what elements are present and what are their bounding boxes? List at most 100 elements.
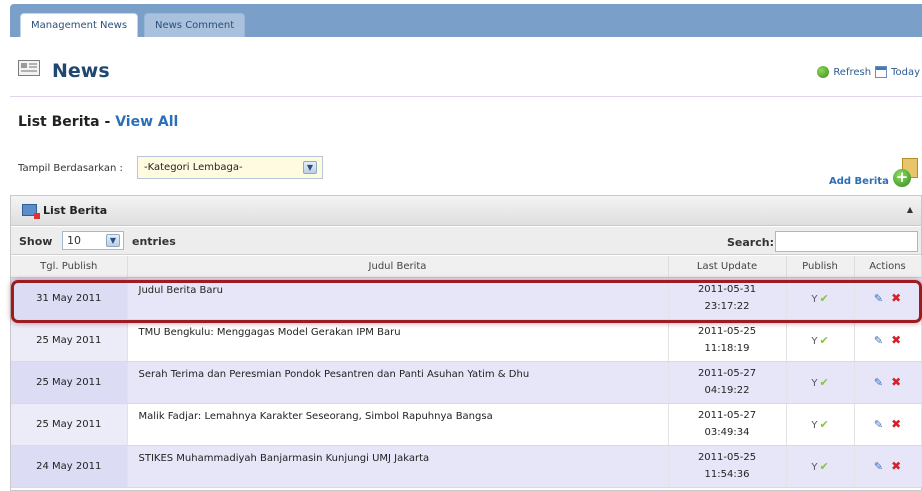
list-panel: List Berita ▲ Show 10 ▼ entries Search: … xyxy=(10,195,922,491)
update-date: 2011-05-25 xyxy=(697,452,757,463)
cell-actions: ✎ ✖ xyxy=(854,319,922,362)
delete-icon[interactable]: ✖ xyxy=(891,291,901,305)
cell-tgl-publish: 25 May 2011 xyxy=(11,319,128,362)
cell-judul-berita: TMU Bengkulu: Menggagas Model Gerakan IP… xyxy=(127,319,669,362)
update-date: 2011-05-27 xyxy=(697,368,757,379)
table-row: 31 May 2011 Judul Berita Baru 2011-05-31… xyxy=(11,277,922,320)
cell-tgl-publish: 31 May 2011 xyxy=(11,277,128,320)
collapse-icon[interactable]: ▲ xyxy=(907,205,913,214)
cell-publish: Y ✔ xyxy=(786,361,855,404)
update-date: 2011-05-27 xyxy=(697,410,757,421)
refresh-icon[interactable] xyxy=(817,66,830,78)
cell-actions: ✎ ✖ xyxy=(854,403,922,446)
table-controls: Show 10 ▼ entries Search: xyxy=(11,227,921,255)
cell-last-update: 2011-05-25 11:54:36 xyxy=(668,445,787,488)
column-header-publish[interactable]: Publish xyxy=(786,256,855,278)
cell-last-update: 2011-05-31 23:17:22 xyxy=(668,277,787,320)
publish-value: Y xyxy=(811,461,818,473)
entries-label: entries xyxy=(132,235,176,248)
category-select[interactable]: -Kategori Lembaga- ▼ xyxy=(137,156,323,179)
table-row: 25 May 2011 TMU Bengkulu: Menggagas Mode… xyxy=(11,319,922,362)
panel-title: List Berita xyxy=(43,204,108,217)
edit-icon[interactable]: ✎ xyxy=(874,292,883,305)
show-label: Show xyxy=(19,235,53,248)
edit-icon[interactable]: ✎ xyxy=(874,376,883,389)
update-time: 03:49:34 xyxy=(704,427,750,438)
cell-judul-berita: STIKES Muhammadiyah Banjarmasin Kunjungi… xyxy=(127,445,669,488)
category-select-value: -Kategori Lembaga- xyxy=(144,162,243,173)
cell-last-update: 2011-05-27 03:49:34 xyxy=(668,403,787,446)
delete-icon[interactable]: ✖ xyxy=(891,417,901,431)
header-links: Refresh Today xyxy=(817,66,920,78)
chevron-down-icon[interactable]: ▼ xyxy=(106,234,120,247)
cell-actions: ✎ ✖ xyxy=(854,277,922,320)
update-date: 2011-05-25 xyxy=(697,326,757,337)
table-row: 24 May 2011 STIKES Muhammadiyah Banjarma… xyxy=(11,445,922,488)
cell-publish: Y ✔ xyxy=(786,445,855,488)
cell-judul-berita: Serah Terima dan Peresmian Pondok Pesant… xyxy=(127,361,669,404)
table-row: 25 May 2011 Malik Fadjar: Lemahnya Karak… xyxy=(11,403,922,446)
cell-publish: Y ✔ xyxy=(786,319,855,362)
chevron-down-icon[interactable]: ▼ xyxy=(303,161,317,174)
cell-last-update: 2011-05-25 11:18:19 xyxy=(668,319,787,362)
cell-actions: ✎ ✖ xyxy=(854,361,922,404)
cell-actions: ✎ ✖ xyxy=(854,445,922,488)
update-date: 2011-05-31 xyxy=(697,284,757,295)
tab-news-comment[interactable]: News Comment xyxy=(144,13,246,37)
check-icon: ✔ xyxy=(819,291,829,305)
column-header-judul-berita[interactable]: Judul Berita xyxy=(127,256,669,278)
delete-icon[interactable]: ✖ xyxy=(891,459,901,473)
edit-icon[interactable]: ✎ xyxy=(874,460,883,473)
cell-tgl-publish: 25 May 2011 xyxy=(11,403,128,446)
refresh-link[interactable]: Refresh xyxy=(833,67,871,78)
column-header-last-update[interactable]: Last Update xyxy=(668,256,787,278)
add-document-icon[interactable]: + xyxy=(893,158,921,188)
cell-tgl-publish: 24 May 2011 xyxy=(11,445,128,488)
entries-length-select[interactable]: 10 ▼ xyxy=(62,231,124,250)
tab-bar: Management News News Comment xyxy=(10,4,922,37)
panel-header: List Berita ▲ xyxy=(11,196,921,226)
calendar-icon[interactable] xyxy=(875,66,888,78)
section-title-text: List Berita - xyxy=(18,114,116,130)
edit-icon[interactable]: ✎ xyxy=(874,334,883,347)
header-divider xyxy=(10,96,922,97)
tab-management-news[interactable]: Management News xyxy=(20,13,139,37)
search-label: Search: xyxy=(727,236,774,249)
publish-value: Y xyxy=(811,293,818,305)
update-time: 04:19:22 xyxy=(704,385,750,396)
add-berita-link[interactable]: Add Berita xyxy=(829,176,889,187)
section-title: List Berita - View All xyxy=(18,114,178,130)
update-time: 11:54:36 xyxy=(704,469,750,480)
plus-icon: + xyxy=(893,169,911,187)
check-icon: ✔ xyxy=(819,459,829,473)
cell-judul-berita: Malik Fadjar: Lemahnya Karakter Seseoran… xyxy=(127,403,669,446)
publish-value: Y xyxy=(811,335,818,347)
check-icon: ✔ xyxy=(819,417,829,431)
news-icon xyxy=(18,60,40,76)
publish-value: Y xyxy=(811,419,818,431)
today-link[interactable]: Today xyxy=(891,67,920,78)
filter-label: Tampil Berdasarkan : xyxy=(18,163,123,174)
delete-icon[interactable]: ✖ xyxy=(891,333,901,347)
check-icon: ✔ xyxy=(819,333,829,347)
cell-last-update: 2011-05-27 04:19:22 xyxy=(668,361,787,404)
edit-icon[interactable]: ✎ xyxy=(874,418,883,431)
check-icon: ✔ xyxy=(819,375,829,389)
list-icon xyxy=(22,204,40,219)
cell-judul-berita: Judul Berita Baru xyxy=(127,277,669,320)
table-row: 25 May 2011 Serah Terima dan Peresmian P… xyxy=(11,361,922,404)
publish-value: Y xyxy=(811,377,818,389)
cell-publish: Y ✔ xyxy=(786,277,855,320)
search-input[interactable] xyxy=(775,231,918,252)
view-all-link[interactable]: View All xyxy=(115,114,178,130)
update-time: 23:17:22 xyxy=(704,301,750,312)
cell-publish: Y ✔ xyxy=(786,403,855,446)
table-header-row: Tgl. Publish Judul Berita Last Update Pu… xyxy=(11,256,922,278)
cell-tgl-publish: 25 May 2011 xyxy=(11,361,128,404)
news-table: Tgl. Publish Judul Berita Last Update Pu… xyxy=(11,256,922,488)
column-header-tgl-publish[interactable]: Tgl. Publish xyxy=(11,256,128,278)
update-time: 11:18:19 xyxy=(704,343,750,354)
entries-length-value: 10 xyxy=(67,234,81,247)
delete-icon[interactable]: ✖ xyxy=(891,375,901,389)
column-header-actions: Actions xyxy=(854,256,922,278)
